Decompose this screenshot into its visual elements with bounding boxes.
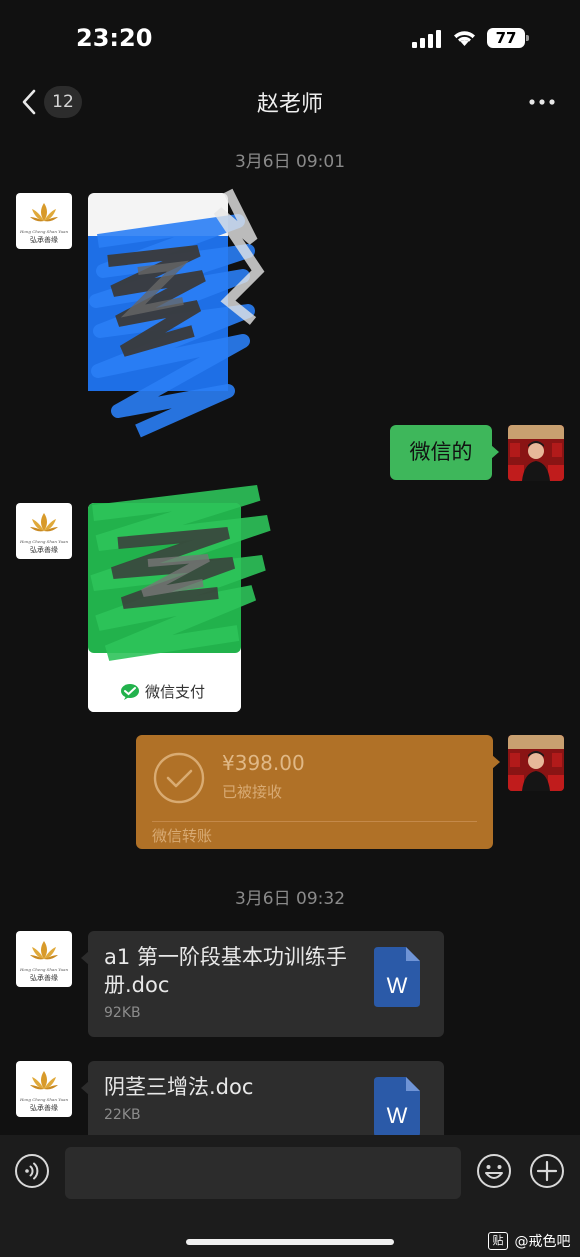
wifi-icon [454, 31, 475, 46]
check-circle-icon [153, 752, 205, 804]
watermark-text: @戒色吧 [514, 1234, 571, 1250]
message-timestamp: 3月6日 09:32 [234, 889, 346, 909]
word-icon-letter: W [387, 973, 408, 998]
more-options-icon[interactable] [528, 92, 556, 112]
transfer-card[interactable]: ¥398.00 已被接收 微信转账 [136, 735, 500, 849]
battery-tip [526, 35, 529, 41]
logo-chinese-text: 弘承善缘 [30, 236, 58, 244]
battery-indicator: 77 [487, 28, 529, 48]
chat-title: 赵老师 [256, 92, 323, 117]
transfer-divider [152, 821, 477, 822]
transfer-amount: ¥398.00 [222, 751, 305, 775]
logo-english-text: Hong Cheng Shan Yuan [19, 539, 69, 544]
logo-english-text: Hong Cheng Shan Yuan [19, 229, 69, 234]
plus-icon[interactable] [529, 1153, 565, 1189]
wechat-pay-icon [121, 684, 139, 700]
image-message-redacted[interactable] [88, 188, 265, 438]
file-size: 22KB [104, 1107, 141, 1123]
file-message[interactable]: a1 第一阶段基本功训练手册.doc 92KB W [81, 931, 444, 1037]
cellular-signal-icon [412, 30, 441, 48]
wechat-pay-footer: 微信支付 [88, 671, 241, 712]
teacher-avatar[interactable]: Hong Cheng Shan Yuan 弘承善缘 [16, 503, 72, 559]
status-time: 23:20 [76, 24, 153, 52]
home-indicator[interactable] [186, 1239, 394, 1245]
word-icon-letter: W [387, 1103, 408, 1128]
my-avatar[interactable] [508, 425, 564, 481]
logo-english-text: Hong Cheng Shan Yuan [19, 1097, 69, 1102]
user-photo-icon [508, 735, 564, 791]
logo-english-text: Hong Cheng Shan Yuan [19, 967, 69, 972]
transfer-status: 已被接收 [222, 783, 283, 801]
word-document-icon: W [374, 947, 420, 1007]
back-chevron-icon[interactable] [18, 88, 40, 116]
redacted-image-scribble [88, 485, 271, 661]
watermark: 贴 @戒色吧 [488, 1231, 570, 1251]
teacher-avatar[interactable]: Hong Cheng Shan Yuan 弘承善缘 [16, 193, 72, 249]
word-document-icon: W [374, 1077, 420, 1137]
wechat-pay-label: 微信支付 [145, 683, 206, 701]
teacher-avatar[interactable]: Hong Cheng Shan Yuan 弘承善缘 [16, 1061, 72, 1117]
file-name: 阴茎三增法.doc [104, 1075, 254, 1099]
logo-chinese-text: 弘承善缘 [30, 974, 58, 982]
watermark-badge: 贴 [488, 1232, 508, 1250]
transfer-label: 微信转账 [152, 827, 213, 845]
image-message-redacted[interactable]: 微信支付 [88, 485, 271, 712]
teacher-avatar[interactable]: Hong Cheng Shan Yuan 弘承善缘 [16, 931, 72, 987]
voice-input-icon[interactable] [14, 1153, 50, 1189]
user-photo-icon [508, 425, 564, 481]
logo-chinese-text: 弘承善缘 [30, 1104, 58, 1112]
file-size: 92KB [104, 1005, 141, 1021]
message-input[interactable] [65, 1147, 461, 1199]
chat-header: 12 赵老师 [0, 78, 580, 132]
my-avatar[interactable] [508, 735, 564, 791]
lotus-logo-icon [30, 513, 58, 532]
message-timestamp: 3月6日 09:01 [234, 152, 346, 172]
battery-level: 77 [487, 28, 525, 48]
status-bar: 23:20 77 [0, 0, 580, 78]
logo-chinese-text: 弘承善缘 [30, 546, 58, 554]
file-name: a1 第一阶段基本功训练手册.doc [104, 945, 347, 997]
emoji-icon[interactable] [476, 1153, 512, 1189]
lotus-logo-icon [30, 203, 58, 222]
lotus-logo-icon [30, 941, 58, 960]
outgoing-text-bubble[interactable]: 微信的 [390, 425, 499, 480]
redacted-image-scribble [88, 188, 265, 438]
lotus-logo-icon [30, 1071, 58, 1090]
unread-count-badge[interactable]: 12 [44, 86, 82, 118]
